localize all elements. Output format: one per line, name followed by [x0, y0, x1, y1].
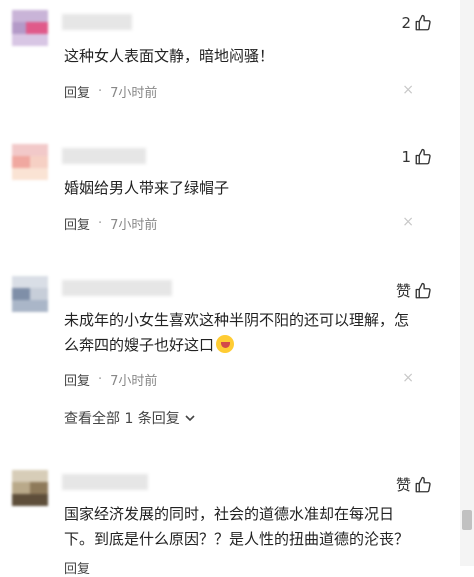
view-replies-label: 查看全部 1 条回复 — [64, 411, 180, 427]
avatar[interactable] — [12, 276, 48, 312]
separator-dot: · — [98, 216, 103, 231]
comment-text-line: 么奔四的嫂子也好这口 — [64, 333, 436, 358]
like-count: 2 — [401, 14, 411, 32]
view-all-replies-link[interactable]: 查看全部 1 条回复 — [64, 408, 196, 428]
comment-meta: 回复 — [64, 558, 90, 577]
scrollbar-thumb[interactable] — [462, 510, 472, 530]
comment-meta: 回复 · 7小时前 — [64, 370, 157, 389]
comment-meta: 回复 · 7小时前 — [64, 82, 157, 101]
comment-text: 这种女人表面文静，暗地闷骚！ — [64, 47, 275, 65]
comment-text: 国家经济发展的同时，社会的道德水准却在每况日 下。到底是什么原因？？是人性的扭曲… — [64, 502, 436, 552]
reply-button[interactable]: 回复 — [64, 558, 90, 577]
username[interactable] — [62, 280, 172, 296]
like-label: 赞 — [395, 476, 411, 494]
separator-dot: · — [98, 372, 103, 387]
timestamp: 7小时前 — [110, 374, 158, 389]
comment-text-fragment: 么奔四的嫂子也好这口 — [64, 336, 215, 354]
comment-text: 婚姻给男人带来了绿帽子 — [64, 179, 230, 197]
thumbs-up-icon — [415, 148, 431, 165]
thumbs-up-icon — [415, 476, 431, 492]
reply-button[interactable]: 回复 — [64, 370, 90, 389]
comment-text-line: 国家经济发展的同时，社会的道德水准却在每况日 — [64, 505, 395, 523]
reply-button[interactable]: 回复 — [64, 214, 90, 233]
comment-meta: 回复 · 7小时前 — [64, 214, 157, 233]
close-icon[interactable]: × — [402, 214, 414, 230]
avatar[interactable] — [12, 10, 48, 46]
comment-text-line: 下。到底是什么原因？？是人性的扭曲道德的沦丧？ — [64, 530, 410, 548]
like-count: 1 — [401, 148, 411, 166]
like-button[interactable]: 1 — [401, 148, 432, 166]
reply-button[interactable]: 回复 — [64, 82, 90, 101]
thumbs-up-icon — [415, 282, 431, 298]
username[interactable] — [62, 14, 132, 30]
timestamp: 7小时前 — [110, 218, 158, 233]
like-button[interactable]: 赞 — [396, 474, 432, 495]
avatar[interactable] — [12, 470, 48, 506]
timestamp: 7小时前 — [110, 86, 158, 101]
like-button[interactable]: 赞 — [396, 280, 432, 301]
like-button[interactable]: 2 — [401, 14, 432, 32]
scrollbar-track[interactable] — [460, 0, 474, 566]
username[interactable] — [62, 474, 148, 490]
avatar[interactable] — [12, 144, 48, 180]
separator-dot: · — [98, 84, 103, 99]
close-icon[interactable]: × — [402, 82, 414, 98]
comment-text: 未成年的小女生喜欢这种半阴不阳的还可以理解，怎 么奔四的嫂子也好这口 — [64, 308, 436, 358]
like-label: 赞 — [395, 282, 411, 300]
laughing-emoji-icon — [216, 335, 235, 353]
username[interactable] — [62, 148, 146, 164]
thumbs-up-icon — [415, 14, 431, 31]
close-icon[interactable]: × — [402, 370, 414, 386]
chevron-down-icon — [185, 415, 195, 422]
comment-text-line: 未成年的小女生喜欢这种半阴不阳的还可以理解，怎 — [64, 311, 410, 329]
